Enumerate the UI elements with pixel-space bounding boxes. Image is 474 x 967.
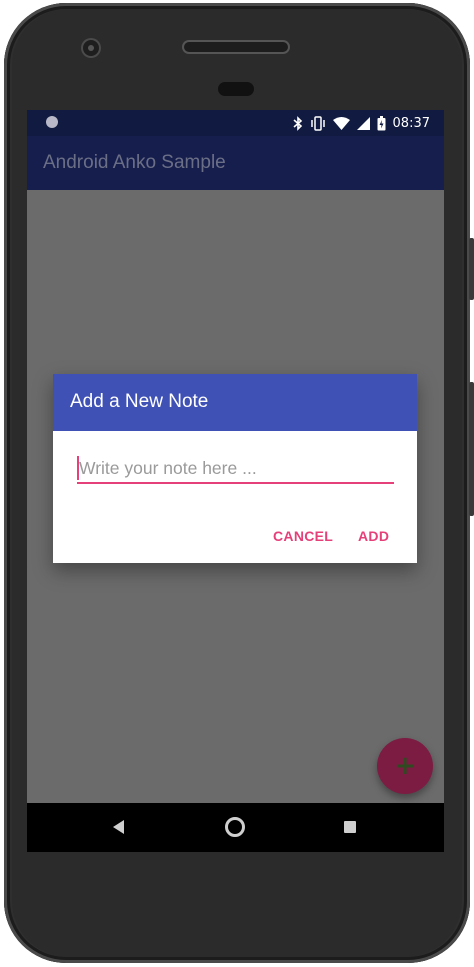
notification-dot-icon <box>46 116 58 128</box>
plus-icon: + <box>394 751 416 781</box>
back-icon[interactable] <box>113 820 124 834</box>
cancel-button[interactable]: CANCEL <box>273 528 333 544</box>
wifi-icon <box>332 116 350 130</box>
dialog-header: Add a New Note <box>53 374 417 431</box>
vibrate-icon <box>310 115 325 131</box>
add-note-fab[interactable]: + <box>377 738 433 794</box>
proximity-sensor <box>218 82 254 96</box>
recents-icon[interactable] <box>344 821 356 833</box>
status-bar: 08:37 <box>27 110 444 136</box>
status-icons: 08:37 <box>293 113 430 133</box>
add-button[interactable]: ADD <box>358 528 389 544</box>
power-button <box>469 238 474 300</box>
earpiece-speaker <box>184 42 288 52</box>
front-camera <box>83 40 99 56</box>
bluetooth-icon <box>293 115 302 131</box>
home-icon[interactable] <box>225 817 245 837</box>
battery-icon <box>377 115 386 130</box>
add-note-dialog: Add a New Note CANCEL ADD <box>53 374 417 563</box>
app-bar: Android Anko Sample <box>27 136 444 190</box>
text-cursor <box>77 456 79 480</box>
app-title: Android Anko Sample <box>43 152 226 173</box>
volume-button <box>469 382 474 516</box>
note-input[interactable] <box>77 454 394 484</box>
dialog-title: Add a New Note <box>70 391 209 412</box>
status-time: 08:37 <box>392 115 430 131</box>
navigation-bar <box>27 803 444 852</box>
signal-icon <box>356 116 370 130</box>
screen: 08:37 Android Anko Sample Add a New Note… <box>27 110 444 852</box>
